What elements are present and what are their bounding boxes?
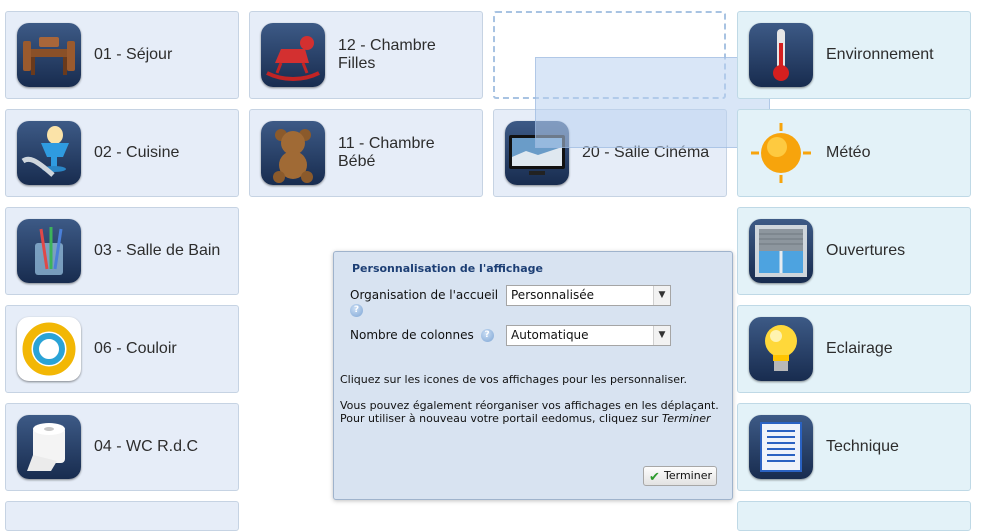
help-icon[interactable]: ? — [350, 304, 363, 317]
toilet-paper-icon — [17, 415, 81, 479]
org-label: Organisation de l'accueil ? — [350, 288, 500, 317]
finish-button[interactable]: ✔ Terminer — [643, 466, 717, 486]
tile-chambre-filles[interactable]: 12 - Chambre Filles — [249, 11, 483, 99]
tile-chambre-bebe[interactable]: 11 - Chambre Bébé — [249, 109, 483, 197]
cols-select-value: Automatique — [511, 328, 589, 342]
tile-environnement[interactable]: Environnement — [737, 11, 971, 99]
info-text-3-em: Terminer — [661, 412, 711, 425]
chevron-down-icon: ▼ — [653, 286, 670, 305]
tile-couloir[interactable]: 06 - Couloir — [5, 305, 239, 393]
dining-table-icon — [17, 23, 81, 87]
display-settings-panel: Personnalisation de l'affichage Organisa… — [333, 251, 733, 500]
chevron-down-icon: ▼ — [653, 326, 670, 345]
tile-label: 04 - WC R.d.C — [94, 438, 199, 455]
tile-label: 03 - Salle de Bain — [94, 242, 221, 259]
info-text-2: Vous pouvez également réorganiser vos af… — [340, 399, 719, 412]
light-bulb-icon — [749, 317, 813, 381]
cols-select[interactable]: Automatique ▼ — [506, 325, 671, 346]
org-label-text: Organisation de l'accueil — [350, 288, 499, 302]
tile-label: 12 - Chambre Filles — [338, 37, 436, 72]
tile-label: Technique — [826, 438, 899, 455]
tile-cuisine[interactable]: 02 - Cuisine — [5, 109, 239, 197]
tile-label: 02 - Cuisine — [94, 144, 180, 161]
teddy-bear-icon — [261, 121, 325, 185]
cols-label-text: Nombre de colonnes — [350, 328, 474, 342]
tile-label: Ouvertures — [826, 242, 906, 259]
tile-ouvertures[interactable]: Ouvertures — [737, 207, 971, 295]
ring-icon — [17, 317, 81, 381]
tile-label: Environnement — [826, 46, 934, 63]
document-list-icon — [749, 415, 813, 479]
tile-label: 01 - Séjour — [94, 46, 173, 63]
info-text-3-main: Pour utiliser à nouveau votre portail ee… — [340, 412, 659, 425]
cols-label: Nombre de colonnes ? — [350, 328, 494, 342]
tile-salle-de-bain[interactable]: 03 - Salle de Bain — [5, 207, 239, 295]
tile-technique[interactable]: Technique — [737, 403, 971, 491]
info-text-3: Pour utiliser à nouveau votre portail ee… — [340, 412, 711, 425]
sun-icon — [749, 121, 813, 185]
tile-label: 11 - Chambre Bébé — [338, 135, 435, 170]
egg-cup-icon — [17, 121, 81, 185]
tile-partial — [737, 501, 971, 531]
dragging-tile-ghost[interactable] — [535, 57, 770, 148]
panel-title: Personnalisation de l'affichage — [352, 262, 543, 275]
shutter-window-icon — [749, 219, 813, 283]
toothbrush-icon — [17, 219, 81, 283]
tile-label: Météo — [826, 144, 871, 161]
info-text-1: Cliquez sur les icones de vos affichages… — [340, 373, 687, 386]
checkmark-icon: ✔ — [649, 470, 660, 485]
org-select-value: Personnalisée — [511, 288, 594, 302]
help-icon[interactable]: ? — [480, 329, 494, 342]
tile-eclairage[interactable]: Eclairage — [737, 305, 971, 393]
tile-label: 06 - Couloir — [94, 340, 177, 357]
tile-partial — [5, 501, 239, 531]
tile-meteo[interactable]: Météo — [737, 109, 971, 197]
tile-sejour[interactable]: 01 - Séjour — [5, 11, 239, 99]
tile-label: Eclairage — [826, 340, 893, 357]
thermometer-icon — [749, 23, 813, 87]
tile-wc[interactable]: 04 - WC R.d.C — [5, 403, 239, 491]
rocking-horse-icon — [261, 23, 325, 87]
org-select[interactable]: Personnalisée ▼ — [506, 285, 671, 306]
finish-button-label: Terminer — [664, 469, 712, 482]
